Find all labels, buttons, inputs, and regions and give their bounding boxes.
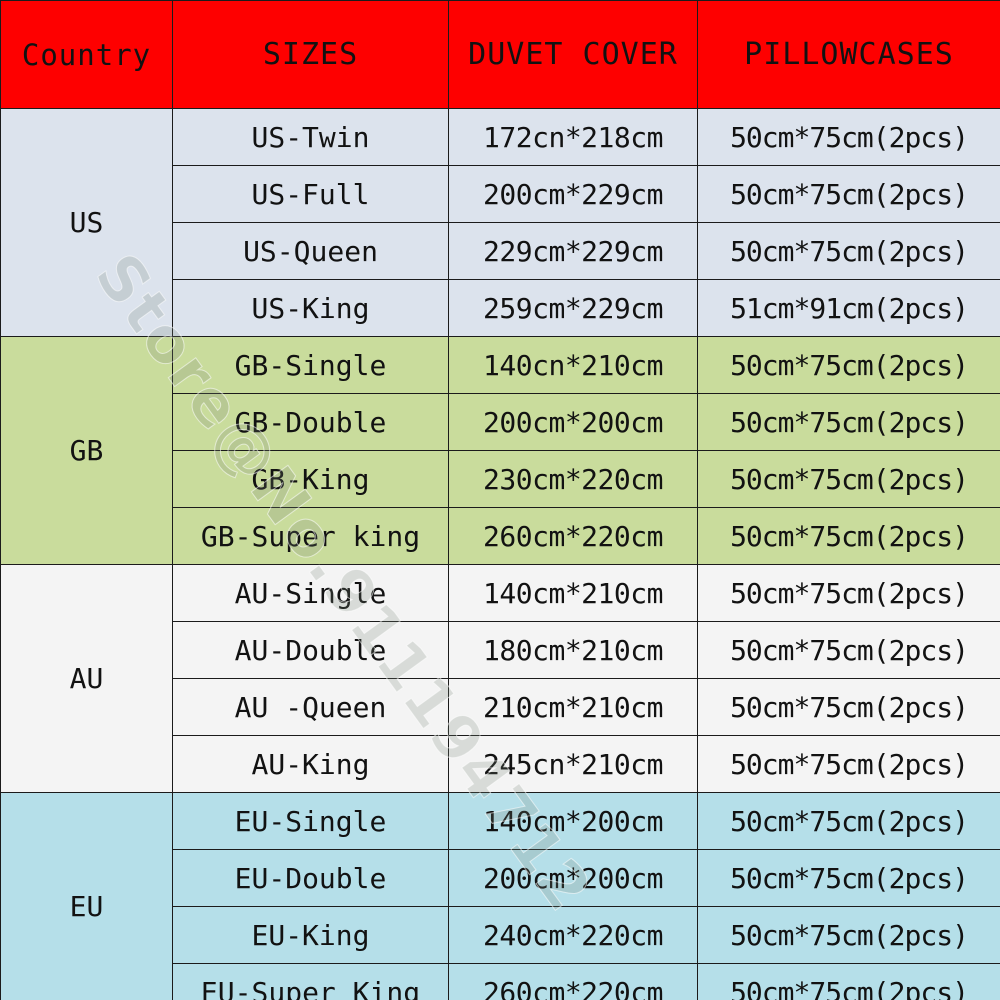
size-cell: US-King — [172, 279, 449, 337]
size-cell: EU-Super King — [172, 963, 449, 1000]
size-cell: EU-Single — [172, 792, 449, 850]
duvet-cover-cell: 180cm*210cm — [448, 621, 698, 679]
duvet-cover-cell: 140cm*210cm — [448, 564, 698, 622]
pillowcase-cell: 50cm*75cm(2pcs) — [697, 222, 1000, 280]
duvet-cover-cell: 260cm*220cm — [448, 963, 698, 1000]
pillowcase-cell: 50cm*75cm(2pcs) — [697, 507, 1000, 565]
duvet-cover-cell: 240cm*220cm — [448, 906, 698, 964]
bedding-size-table: Country SIZES DUVET COVER PILLOWCASES US… — [0, 0, 1000, 1000]
country-cell-eu: EU — [0, 792, 173, 1000]
size-cell: EU-Double — [172, 849, 449, 907]
column-header-sizes: SIZES — [172, 0, 449, 109]
duvet-cover-cell: 230cm*220cm — [448, 450, 698, 508]
pillowcase-cell: 50cm*75cm(2pcs) — [697, 906, 1000, 964]
pillowcase-cell: 50cm*75cm(2pcs) — [697, 108, 1000, 166]
country-cell-gb: GB — [0, 336, 173, 565]
size-cell: GB-Single — [172, 336, 449, 394]
pillowcase-cell: 50cm*75cm(2pcs) — [697, 963, 1000, 1000]
country-cell-us: US — [0, 108, 173, 337]
size-chart-container: Store@No.911194712 Country SIZES DUVET C… — [0, 0, 1000, 1000]
duvet-cover-cell: 200cm*200cm — [448, 849, 698, 907]
size-cell: US-Full — [172, 165, 449, 223]
size-cell: AU-Single — [172, 564, 449, 622]
pillowcase-cell: 50cm*75cm(2pcs) — [697, 336, 1000, 394]
pillowcase-cell: 50cm*75cm(2pcs) — [697, 621, 1000, 679]
size-cell: GB-Double — [172, 393, 449, 451]
duvet-cover-cell: 172cn*218cm — [448, 108, 698, 166]
size-cell: AU-King — [172, 735, 449, 793]
size-cell: GB-King — [172, 450, 449, 508]
pillowcase-cell: 50cm*75cm(2pcs) — [697, 678, 1000, 736]
pillowcase-cell: 50cm*75cm(2pcs) — [697, 849, 1000, 907]
table-body: US US-Twin 172cn*218cm 50cm*75cm(2pcs) US-Fu… — [0, 108, 1000, 1000]
duvet-cover-cell: 229cm*229cm — [448, 222, 698, 280]
column-header-duvet-cover: DUVET COVER — [448, 0, 698, 109]
header-row: Country SIZES DUVET COVER PILLOWCASES — [0, 0, 1000, 109]
size-cell: GB-Super king — [172, 507, 449, 565]
pillowcase-cell: 50cm*75cm(2pcs) — [697, 393, 1000, 451]
table-row: EU EU-Single 140cm*200cm 50cm*75cm(2pcs) — [0, 792, 1000, 1000]
duvet-cover-cell: 260cm*220cm — [448, 507, 698, 565]
duvet-cover-cell: 140cn*210cm — [448, 336, 698, 394]
pillowcase-cell: 50cm*75cm(2pcs) — [697, 450, 1000, 508]
duvet-cover-cell: 259cm*229cm — [448, 279, 698, 337]
size-cell: AU-Double — [172, 621, 449, 679]
table-header: Country SIZES DUVET COVER PILLOWCASES — [0, 0, 1000, 109]
duvet-cover-cell: 245cn*210cm — [448, 735, 698, 793]
size-cell: AU -Queen — [172, 678, 449, 736]
table-row: US US-Twin 172cn*218cm 50cm*75cm(2pcs) — [0, 108, 1000, 337]
duvet-cover-cell: 210cm*210cm — [448, 678, 698, 736]
size-cell: US-Twin — [172, 108, 449, 166]
pillowcase-cell: 51cm*91cm(2pcs) — [697, 279, 1000, 337]
column-header-pillowcases: PILLOWCASES — [697, 0, 1000, 109]
size-cell: EU-King — [172, 906, 449, 964]
country-cell-au: AU — [0, 564, 173, 793]
column-header-country: Country — [0, 0, 173, 109]
duvet-cover-cell: 200cm*229cm — [448, 165, 698, 223]
duvet-cover-cell: 140cm*200cm — [448, 792, 698, 850]
pillowcase-cell: 50cm*75cm(2pcs) — [697, 564, 1000, 622]
duvet-cover-cell: 200cm*200cm — [448, 393, 698, 451]
size-cell: US-Queen — [172, 222, 449, 280]
table-row: GB GB-Single 140cn*210cm 50cm*75cm(2pcs) — [0, 336, 1000, 565]
pillowcase-cell: 50cm*75cm(2pcs) — [697, 792, 1000, 850]
table-row: AU AU-Single 140cm*210cm 50cm*75cm(2pcs) — [0, 564, 1000, 793]
pillowcase-cell: 50cm*75cm(2pcs) — [697, 165, 1000, 223]
pillowcase-cell: 50cm*75cm(2pcs) — [697, 735, 1000, 793]
